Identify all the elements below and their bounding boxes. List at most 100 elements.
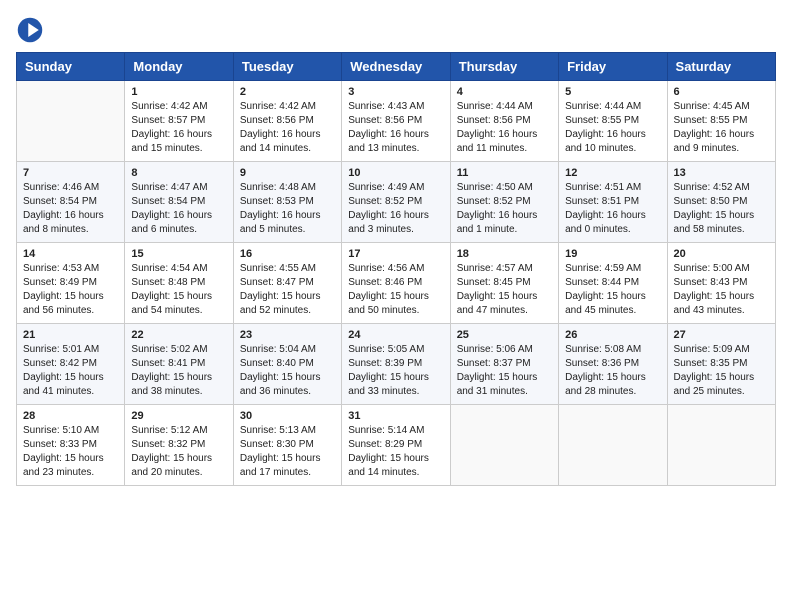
calendar-cell: 1 Sunrise: 4:42 AM Sunset: 8:57 PM Dayli…	[125, 81, 233, 162]
day-info: Sunrise: 4:51 AM Sunset: 8:51 PM Dayligh…	[565, 181, 660, 237]
daylight: Daylight: 15 hours and 23 minutes.	[23, 452, 118, 480]
day-info: Sunrise: 4:54 AM Sunset: 8:48 PM Dayligh…	[131, 262, 226, 318]
day-info: Sunrise: 4:55 AM Sunset: 8:47 PM Dayligh…	[240, 262, 335, 318]
calendar-cell: 13 Sunrise: 4:52 AM Sunset: 8:50 PM Dayl…	[667, 162, 775, 243]
day-info: Sunrise: 4:44 AM Sunset: 8:55 PM Dayligh…	[565, 100, 660, 156]
day-number: 11	[457, 167, 552, 179]
sunrise: Sunrise: 4:52 AM	[674, 181, 769, 195]
calendar-cell: 8 Sunrise: 4:47 AM Sunset: 8:54 PM Dayli…	[125, 162, 233, 243]
sunset: Sunset: 8:49 PM	[23, 276, 118, 290]
day-info: Sunrise: 5:01 AM Sunset: 8:42 PM Dayligh…	[23, 343, 118, 399]
calendar-cell: 27 Sunrise: 5:09 AM Sunset: 8:35 PM Dayl…	[667, 324, 775, 405]
daylight: Daylight: 15 hours and 45 minutes.	[565, 290, 660, 318]
sunrise: Sunrise: 5:00 AM	[674, 262, 769, 276]
calendar-cell: 22 Sunrise: 5:02 AM Sunset: 8:41 PM Dayl…	[125, 324, 233, 405]
logo	[16, 16, 48, 44]
calendar-cell: 19 Sunrise: 4:59 AM Sunset: 8:44 PM Dayl…	[559, 243, 667, 324]
day-number: 20	[674, 248, 769, 260]
sunset: Sunset: 8:50 PM	[674, 195, 769, 209]
day-info: Sunrise: 5:05 AM Sunset: 8:39 PM Dayligh…	[348, 343, 443, 399]
sunset: Sunset: 8:32 PM	[131, 438, 226, 452]
daylight: Daylight: 15 hours and 14 minutes.	[348, 452, 443, 480]
sunrise: Sunrise: 4:59 AM	[565, 262, 660, 276]
daylight: Daylight: 15 hours and 38 minutes.	[131, 371, 226, 399]
header-tuesday: Tuesday	[233, 53, 341, 81]
daylight: Daylight: 15 hours and 25 minutes.	[674, 371, 769, 399]
sunrise: Sunrise: 5:10 AM	[23, 424, 118, 438]
day-number: 7	[23, 167, 118, 179]
sunset: Sunset: 8:33 PM	[23, 438, 118, 452]
day-number: 8	[131, 167, 226, 179]
day-number: 21	[23, 329, 118, 341]
calendar-cell: 6 Sunrise: 4:45 AM Sunset: 8:55 PM Dayli…	[667, 81, 775, 162]
calendar-cell: 14 Sunrise: 4:53 AM Sunset: 8:49 PM Dayl…	[17, 243, 125, 324]
sunset: Sunset: 8:56 PM	[457, 114, 552, 128]
day-number: 23	[240, 329, 335, 341]
sunset: Sunset: 8:56 PM	[240, 114, 335, 128]
calendar-cell: 2 Sunrise: 4:42 AM Sunset: 8:56 PM Dayli…	[233, 81, 341, 162]
sunset: Sunset: 8:44 PM	[565, 276, 660, 290]
daylight: Daylight: 15 hours and 41 minutes.	[23, 371, 118, 399]
sunrise: Sunrise: 5:09 AM	[674, 343, 769, 357]
daylight: Daylight: 16 hours and 9 minutes.	[674, 128, 769, 156]
sunrise: Sunrise: 5:02 AM	[131, 343, 226, 357]
calendar-cell: 30 Sunrise: 5:13 AM Sunset: 8:30 PM Dayl…	[233, 405, 341, 486]
day-info: Sunrise: 5:12 AM Sunset: 8:32 PM Dayligh…	[131, 424, 226, 480]
day-number: 30	[240, 410, 335, 422]
sunset: Sunset: 8:55 PM	[674, 114, 769, 128]
daylight: Daylight: 15 hours and 28 minutes.	[565, 371, 660, 399]
calendar-cell: 15 Sunrise: 4:54 AM Sunset: 8:48 PM Dayl…	[125, 243, 233, 324]
calendar-cell: 10 Sunrise: 4:49 AM Sunset: 8:52 PM Dayl…	[342, 162, 450, 243]
sunrise: Sunrise: 5:08 AM	[565, 343, 660, 357]
sunset: Sunset: 8:56 PM	[348, 114, 443, 128]
daylight: Daylight: 15 hours and 52 minutes.	[240, 290, 335, 318]
day-info: Sunrise: 4:50 AM Sunset: 8:52 PM Dayligh…	[457, 181, 552, 237]
calendar-week-row: 21 Sunrise: 5:01 AM Sunset: 8:42 PM Dayl…	[17, 324, 776, 405]
daylight: Daylight: 15 hours and 33 minutes.	[348, 371, 443, 399]
day-number: 5	[565, 86, 660, 98]
daylight: Daylight: 15 hours and 43 minutes.	[674, 290, 769, 318]
day-number: 28	[23, 410, 118, 422]
header-monday: Monday	[125, 53, 233, 81]
calendar-cell	[667, 405, 775, 486]
daylight: Daylight: 16 hours and 13 minutes.	[348, 128, 443, 156]
sunrise: Sunrise: 4:53 AM	[23, 262, 118, 276]
page-header	[16, 16, 776, 44]
sunset: Sunset: 8:41 PM	[131, 357, 226, 371]
calendar-cell: 9 Sunrise: 4:48 AM Sunset: 8:53 PM Dayli…	[233, 162, 341, 243]
daylight: Daylight: 16 hours and 6 minutes.	[131, 209, 226, 237]
sunset: Sunset: 8:54 PM	[131, 195, 226, 209]
sunrise: Sunrise: 4:44 AM	[457, 100, 552, 114]
day-number: 18	[457, 248, 552, 260]
sunrise: Sunrise: 4:42 AM	[240, 100, 335, 114]
daylight: Daylight: 15 hours and 17 minutes.	[240, 452, 335, 480]
sunset: Sunset: 8:53 PM	[240, 195, 335, 209]
sunset: Sunset: 8:52 PM	[457, 195, 552, 209]
day-info: Sunrise: 5:14 AM Sunset: 8:29 PM Dayligh…	[348, 424, 443, 480]
sunrise: Sunrise: 5:06 AM	[457, 343, 552, 357]
header-wednesday: Wednesday	[342, 53, 450, 81]
day-number: 4	[457, 86, 552, 98]
sunset: Sunset: 8:51 PM	[565, 195, 660, 209]
day-info: Sunrise: 4:59 AM Sunset: 8:44 PM Dayligh…	[565, 262, 660, 318]
calendar-cell: 7 Sunrise: 4:46 AM Sunset: 8:54 PM Dayli…	[17, 162, 125, 243]
daylight: Daylight: 16 hours and 14 minutes.	[240, 128, 335, 156]
day-number: 15	[131, 248, 226, 260]
day-number: 31	[348, 410, 443, 422]
day-info: Sunrise: 5:09 AM Sunset: 8:35 PM Dayligh…	[674, 343, 769, 399]
sunrise: Sunrise: 5:05 AM	[348, 343, 443, 357]
daylight: Daylight: 16 hours and 5 minutes.	[240, 209, 335, 237]
day-number: 3	[348, 86, 443, 98]
calendar-cell: 28 Sunrise: 5:10 AM Sunset: 8:33 PM Dayl…	[17, 405, 125, 486]
calendar-cell: 16 Sunrise: 4:55 AM Sunset: 8:47 PM Dayl…	[233, 243, 341, 324]
daylight: Daylight: 15 hours and 58 minutes.	[674, 209, 769, 237]
day-number: 27	[674, 329, 769, 341]
day-info: Sunrise: 5:08 AM Sunset: 8:36 PM Dayligh…	[565, 343, 660, 399]
header-sunday: Sunday	[17, 53, 125, 81]
daylight: Daylight: 15 hours and 31 minutes.	[457, 371, 552, 399]
calendar-cell: 5 Sunrise: 4:44 AM Sunset: 8:55 PM Dayli…	[559, 81, 667, 162]
sunrise: Sunrise: 5:14 AM	[348, 424, 443, 438]
sunrise: Sunrise: 4:56 AM	[348, 262, 443, 276]
daylight: Daylight: 15 hours and 54 minutes.	[131, 290, 226, 318]
sunset: Sunset: 8:47 PM	[240, 276, 335, 290]
